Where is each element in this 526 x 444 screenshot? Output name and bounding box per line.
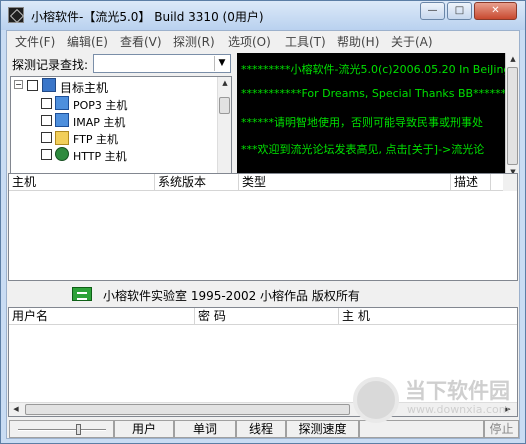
- column-host[interactable]: 主机: [9, 174, 155, 191]
- menu-view[interactable]: 查看(V): [120, 33, 162, 50]
- network-icon[interactable]: [72, 287, 92, 301]
- tree-item-label: FTP 主机: [73, 133, 118, 146]
- root-checkbox[interactable]: [27, 80, 38, 91]
- user-table-header: 用户名 密 码 主 机: [9, 308, 517, 325]
- column-host[interactable]: 主 机: [339, 308, 517, 325]
- log-line: ***********For Dreams, Special Thanks BB…: [241, 87, 505, 100]
- log-line: ***欢迎到流光论坛发表高见, 点击[关于]->流光论: [241, 143, 485, 156]
- watermark-logo-icon: [353, 377, 399, 423]
- copyright-banner: 小榕软件实验室 1995-2002 小榕作品 版权所有: [8, 282, 518, 306]
- tree-root-label: 目标主机: [60, 81, 109, 95]
- log-line: ******请明智地使用，否则可能导致民事或刑事处: [241, 116, 483, 129]
- menu-help[interactable]: 帮助(H): [337, 33, 379, 50]
- title-bar: 小榕软件-【流光5.0】 Build 3310 (0用户) — □ ✕: [1, 1, 525, 30]
- globe-icon: [55, 147, 69, 161]
- slider-track: [18, 429, 106, 431]
- column-description[interactable]: 描述: [451, 174, 491, 191]
- menu-file[interactable]: 文件(F): [15, 33, 55, 50]
- column-username[interactable]: 用户名: [9, 308, 195, 325]
- status-threads: 线程: [236, 420, 286, 438]
- watermark-text: 当下软件园: [405, 379, 510, 403]
- tree-item-label: HTTP 主机: [73, 150, 127, 163]
- window-title: 小榕软件-【流光5.0】 Build 3310 (0用户): [31, 10, 264, 24]
- dropdown-arrow-icon[interactable]: ▼: [214, 56, 229, 71]
- mail-server-icon: [55, 96, 69, 110]
- host-table-header: 主机 系统版本 类型 描述: [9, 174, 517, 191]
- tree-item-label: POP3 主机: [73, 99, 128, 112]
- status-probe-speed: 探测速度: [286, 420, 359, 438]
- menu-bar: 文件(F) 编辑(E) 查看(V) 探测(R) 选项(O) 工具(T) 帮助(H…: [7, 31, 519, 50]
- close-button[interactable]: ✕: [474, 2, 517, 20]
- watermark-url: www.downxia.com: [407, 403, 510, 416]
- log-vertical-scrollbar[interactable]: ▲ ▼: [505, 53, 519, 180]
- menu-edit[interactable]: 编辑(E): [67, 33, 108, 50]
- watermark: 当下软件园 www.downxia.com: [353, 371, 523, 427]
- scroll-up-icon[interactable]: ▲: [506, 53, 520, 66]
- pop3-checkbox[interactable]: [41, 98, 52, 109]
- app-icon: [8, 7, 24, 23]
- imap-checkbox[interactable]: [41, 115, 52, 126]
- record-search: 探测记录查找: ▼: [9, 53, 235, 75]
- column-os-version[interactable]: 系统版本: [155, 174, 239, 191]
- user-hscroll-thumb[interactable]: [25, 404, 350, 415]
- menu-about[interactable]: 关于(A): [391, 33, 433, 50]
- minimize-button[interactable]: —: [420, 2, 445, 20]
- scroll-up-icon[interactable]: ▲: [218, 77, 231, 90]
- log-line: *********小榕软件-流光5.0(c)2006.05.20 In BeiJ…: [241, 63, 505, 76]
- tree-item-label: IMAP 主机: [73, 116, 126, 129]
- status-words: 单词: [174, 420, 236, 438]
- status-users: 用户: [114, 420, 174, 438]
- collapse-icon[interactable]: −: [14, 80, 23, 89]
- search-combobox[interactable]: ▼: [93, 54, 231, 73]
- maximize-button[interactable]: □: [447, 2, 472, 20]
- mail-server-icon: [55, 113, 69, 127]
- column-type[interactable]: 类型: [239, 174, 451, 191]
- folder-icon: [55, 131, 69, 145]
- computer-icon: [42, 78, 56, 92]
- banner-text: 小榕软件实验室 1995-2002 小榕作品 版权所有: [103, 289, 360, 303]
- log-scroll-thumb[interactable]: [507, 67, 518, 165]
- speed-slider[interactable]: [9, 420, 114, 438]
- menu-probe[interactable]: 探测(R): [173, 33, 215, 50]
- http-checkbox[interactable]: [41, 149, 52, 160]
- menu-options[interactable]: 选项(O): [228, 33, 271, 50]
- app-window: 小榕软件-【流光5.0】 Build 3310 (0用户) — □ ✕ 文件(F…: [0, 0, 526, 444]
- scroll-left-icon[interactable]: ◀: [9, 403, 23, 416]
- slider-thumb[interactable]: [76, 424, 81, 435]
- tree-scroll-thumb[interactable]: [219, 97, 230, 114]
- log-console: *********小榕软件-流光5.0(c)2006.05.20 In BeiJ…: [237, 53, 505, 180]
- host-scroll-corner: [503, 174, 517, 191]
- host-list: 主机 系统版本 类型 描述: [8, 173, 518, 281]
- column-password[interactable]: 密 码: [195, 308, 339, 325]
- ftp-checkbox[interactable]: [41, 132, 52, 143]
- search-label: 探测记录查找:: [12, 58, 89, 72]
- menu-tools[interactable]: 工具(T): [285, 33, 326, 50]
